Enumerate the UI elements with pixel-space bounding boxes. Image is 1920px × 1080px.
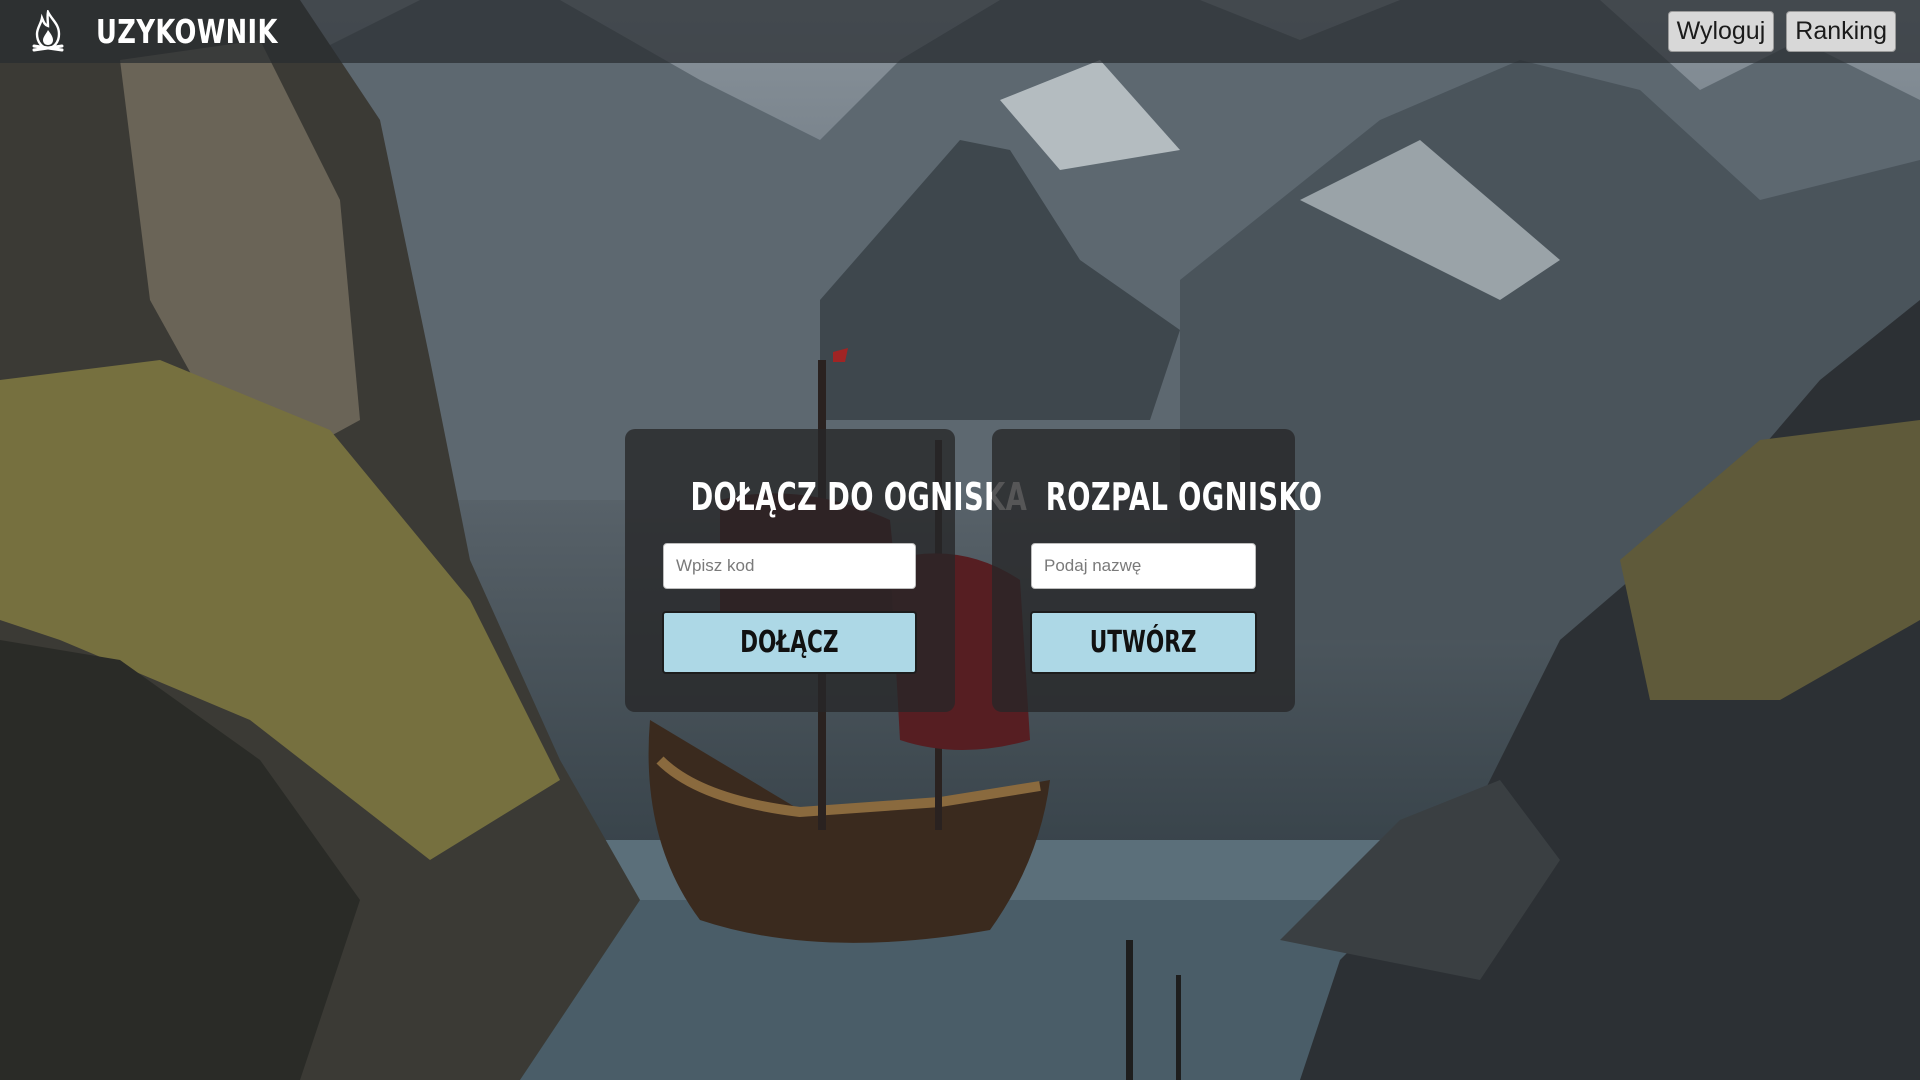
top-navigation-bar: UZYKOWNIK Wyloguj Ranking xyxy=(0,0,1920,63)
create-panel-title: ROZPAL OGNISKO xyxy=(992,475,1322,519)
logout-button[interactable]: Wyloguj xyxy=(1667,11,1775,52)
create-button[interactable]: UTWÓRZ xyxy=(1030,611,1257,674)
create-campfire-panel: ROZPAL OGNISKO UTWÓRZ xyxy=(992,429,1322,712)
join-campfire-panel: DOŁĄCZ DO OGNISKA DOŁĄCZ xyxy=(625,429,1027,712)
campfire-name-input[interactable] xyxy=(1031,543,1256,589)
create-button-label: UTWÓRZ xyxy=(1090,625,1197,660)
join-panel-title-text: DOŁĄCZ DO OGNISKA xyxy=(690,475,1028,519)
join-code-input[interactable] xyxy=(663,543,916,589)
background-landscape xyxy=(0,0,1920,1080)
background-image-fjord-with-viking-ship xyxy=(0,0,1920,1080)
join-button-label: DOŁĄCZ xyxy=(740,625,839,660)
join-button[interactable]: DOŁĄCZ xyxy=(662,611,917,674)
username-label: UZYKOWNIK xyxy=(96,12,278,51)
ranking-button[interactable]: Ranking xyxy=(1786,11,1896,52)
join-panel-title: DOŁĄCZ DO OGNISKA xyxy=(625,475,1026,519)
create-panel-title-text: ROZPAL OGNISKO xyxy=(1045,475,1323,519)
campfire-icon[interactable] xyxy=(28,9,68,55)
